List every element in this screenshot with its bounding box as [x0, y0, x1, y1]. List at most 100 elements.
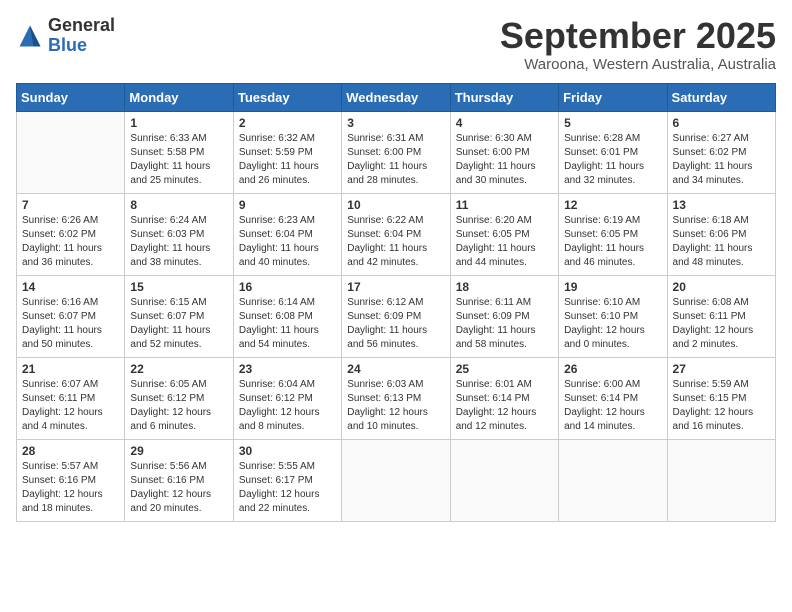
- calendar-cell: 28Sunrise: 5:57 AM Sunset: 6:16 PM Dayli…: [17, 439, 125, 521]
- day-info: Sunrise: 6:19 AM Sunset: 6:05 PM Dayligh…: [564, 214, 661, 270]
- day-number: 26: [564, 362, 661, 376]
- day-number: 6: [673, 116, 770, 130]
- calendar-cell: [17, 111, 125, 193]
- day-number: 14: [22, 280, 119, 294]
- col-header-tuesday: Tuesday: [233, 83, 341, 111]
- calendar-header-row: SundayMondayTuesdayWednesdayThursdayFrid…: [17, 83, 776, 111]
- day-info: Sunrise: 5:59 AM Sunset: 6:15 PM Dayligh…: [673, 378, 770, 434]
- day-number: 11: [456, 198, 553, 212]
- calendar-cell: 10 Sunrise: 6:22 AM Sunset: 6:04 PM Dayli…: [342, 193, 450, 275]
- calendar-cell: 22 Sunrise: 6:05 AM Sunset: 6:12 PM Dayli…: [125, 357, 233, 439]
- day-number: 17: [347, 280, 444, 294]
- day-number: 8: [130, 198, 227, 212]
- day-info: Sunrise: 6:07 AM Sunset: 6:11 PM Dayligh…: [22, 378, 119, 434]
- calendar-cell: 9Sunrise: 6:23 AM Sunset: 6:04 PM Daylig…: [233, 193, 341, 275]
- day-number: 10: [347, 198, 444, 212]
- day-info: Sunrise: 6:15 AM Sunset: 6:07 PM Dayligh…: [130, 296, 227, 352]
- calendar-cell: 2 Sunrise: 6:32 AM Sunset: 5:59 PM Daylig…: [233, 111, 341, 193]
- col-header-monday: Monday: [125, 83, 233, 111]
- calendar-week-row: 28Sunrise: 5:57 AM Sunset: 6:16 PM Dayli…: [17, 439, 776, 521]
- day-info: Sunrise: 6:04 AM Sunset: 6:12 PM Dayligh…: [239, 378, 336, 434]
- calendar-cell: [450, 439, 558, 521]
- day-number: 1: [130, 116, 227, 130]
- calendar-cell: 18Sunrise: 6:11 AM Sunset: 6:09 PM Dayli…: [450, 275, 558, 357]
- logo: General Blue: [16, 16, 115, 56]
- day-info: Sunrise: 6:03 AM Sunset: 6:13 PM Dayligh…: [347, 378, 444, 434]
- day-number: 15: [130, 280, 227, 294]
- calendar-cell: 27Sunrise: 5:59 AM Sunset: 6:15 PM Dayli…: [667, 357, 775, 439]
- day-info: Sunrise: 6:01 AM Sunset: 6:14 PM Dayligh…: [456, 378, 553, 434]
- calendar-cell: 1 Sunrise: 6:33 AM Sunset: 5:58 PM Daylig…: [125, 111, 233, 193]
- page-header: General Blue September 2025 Waroona, Wes…: [16, 16, 776, 73]
- day-number: 29: [130, 444, 227, 458]
- day-number: 24: [347, 362, 444, 376]
- calendar-cell: 12Sunrise: 6:19 AM Sunset: 6:05 PM Dayli…: [559, 193, 667, 275]
- col-header-thursday: Thursday: [450, 83, 558, 111]
- calendar-table: SundayMondayTuesdayWednesdayThursdayFrid…: [16, 83, 776, 522]
- logo-icon: [16, 22, 44, 50]
- calendar-cell: 24 Sunrise: 6:03 AM Sunset: 6:13 PM Dayli…: [342, 357, 450, 439]
- calendar-cell: [667, 439, 775, 521]
- col-header-saturday: Saturday: [667, 83, 775, 111]
- location-subtitle: Waroona, Western Australia, Australia: [500, 56, 776, 73]
- calendar-cell: 4 Sunrise: 6:30 AM Sunset: 6:00 PM Daylig…: [450, 111, 558, 193]
- day-info: Sunrise: 6:33 AM Sunset: 5:58 PM Dayligh…: [130, 132, 227, 188]
- title-block: September 2025 Waroona, Western Australi…: [500, 16, 776, 73]
- day-number: 2: [239, 116, 336, 130]
- day-number: 5: [564, 116, 661, 130]
- day-number: 23: [239, 362, 336, 376]
- calendar-cell: 17 Sunrise: 6:12 AM Sunset: 6:09 PM Dayli…: [342, 275, 450, 357]
- day-number: 19: [564, 280, 661, 294]
- day-info: Sunrise: 6:08 AM Sunset: 6:11 PM Dayligh…: [673, 296, 770, 352]
- col-header-sunday: Sunday: [17, 83, 125, 111]
- day-number: 7: [22, 198, 119, 212]
- day-info: Sunrise: 6:32 AM Sunset: 5:59 PM Dayligh…: [239, 132, 336, 188]
- day-info: Sunrise: 6:22 AM Sunset: 6:04 PM Dayligh…: [347, 214, 444, 270]
- day-info: Sunrise: 5:55 AM Sunset: 6:17 PM Dayligh…: [239, 460, 336, 516]
- calendar-week-row: 14 Sunrise: 6:16 AM Sunset: 6:07 PM Dayli…: [17, 275, 776, 357]
- calendar-cell: 19 Sunrise: 6:10 AM Sunset: 6:10 PM Dayli…: [559, 275, 667, 357]
- day-info: Sunrise: 5:56 AM Sunset: 6:16 PM Dayligh…: [130, 460, 227, 516]
- day-info: Sunrise: 6:14 AM Sunset: 6:08 PM Dayligh…: [239, 296, 336, 352]
- calendar-cell: 6Sunrise: 6:27 AM Sunset: 6:02 PM Daylig…: [667, 111, 775, 193]
- day-info: Sunrise: 5:57 AM Sunset: 6:16 PM Dayligh…: [22, 460, 119, 516]
- day-number: 25: [456, 362, 553, 376]
- day-info: Sunrise: 6:11 AM Sunset: 6:09 PM Dayligh…: [456, 296, 553, 352]
- day-info: Sunrise: 6:24 AM Sunset: 6:03 PM Dayligh…: [130, 214, 227, 270]
- col-header-wednesday: Wednesday: [342, 83, 450, 111]
- day-number: 22: [130, 362, 227, 376]
- day-number: 16: [239, 280, 336, 294]
- calendar-cell: 8 Sunrise: 6:24 AM Sunset: 6:03 PM Daylig…: [125, 193, 233, 275]
- logo-general-text: General: [48, 16, 115, 36]
- day-number: 30: [239, 444, 336, 458]
- day-info: Sunrise: 6:05 AM Sunset: 6:12 PM Dayligh…: [130, 378, 227, 434]
- day-info: Sunrise: 6:23 AM Sunset: 6:04 PM Dayligh…: [239, 214, 336, 270]
- day-number: 20: [673, 280, 770, 294]
- day-info: Sunrise: 6:28 AM Sunset: 6:01 PM Dayligh…: [564, 132, 661, 188]
- calendar-week-row: 21 Sunrise: 6:07 AM Sunset: 6:11 PM Dayli…: [17, 357, 776, 439]
- day-info: Sunrise: 6:30 AM Sunset: 6:00 PM Dayligh…: [456, 132, 553, 188]
- day-info: Sunrise: 6:16 AM Sunset: 6:07 PM Dayligh…: [22, 296, 119, 352]
- calendar-cell: 16 Sunrise: 6:14 AM Sunset: 6:08 PM Dayli…: [233, 275, 341, 357]
- calendar-cell: 30 Sunrise: 5:55 AM Sunset: 6:17 PM Dayli…: [233, 439, 341, 521]
- day-info: Sunrise: 6:26 AM Sunset: 6:02 PM Dayligh…: [22, 214, 119, 270]
- calendar-cell: 14 Sunrise: 6:16 AM Sunset: 6:07 PM Dayli…: [17, 275, 125, 357]
- calendar-cell: 13Sunrise: 6:18 AM Sunset: 6:06 PM Dayli…: [667, 193, 775, 275]
- day-info: Sunrise: 6:10 AM Sunset: 6:10 PM Dayligh…: [564, 296, 661, 352]
- month-title: September 2025: [500, 16, 776, 56]
- day-info: Sunrise: 6:00 AM Sunset: 6:14 PM Dayligh…: [564, 378, 661, 434]
- logo-blue-text: Blue: [48, 36, 115, 56]
- calendar-week-row: 7 Sunrise: 6:26 AM Sunset: 6:02 PM Daylig…: [17, 193, 776, 275]
- calendar-week-row: 1 Sunrise: 6:33 AM Sunset: 5:58 PM Daylig…: [17, 111, 776, 193]
- day-number: 21: [22, 362, 119, 376]
- calendar-cell: 20 Sunrise: 6:08 AM Sunset: 6:11 PM Dayli…: [667, 275, 775, 357]
- calendar-cell: 21 Sunrise: 6:07 AM Sunset: 6:11 PM Dayli…: [17, 357, 125, 439]
- day-info: Sunrise: 6:20 AM Sunset: 6:05 PM Dayligh…: [456, 214, 553, 270]
- day-number: 4: [456, 116, 553, 130]
- calendar-cell: 5 Sunrise: 6:28 AM Sunset: 6:01 PM Daylig…: [559, 111, 667, 193]
- day-info: Sunrise: 6:18 AM Sunset: 6:06 PM Dayligh…: [673, 214, 770, 270]
- calendar-cell: 15 Sunrise: 6:15 AM Sunset: 6:07 PM Dayli…: [125, 275, 233, 357]
- calendar-cell: 25 Sunrise: 6:01 AM Sunset: 6:14 PM Dayli…: [450, 357, 558, 439]
- calendar-cell: 23 Sunrise: 6:04 AM Sunset: 6:12 PM Dayli…: [233, 357, 341, 439]
- day-info: Sunrise: 6:12 AM Sunset: 6:09 PM Dayligh…: [347, 296, 444, 352]
